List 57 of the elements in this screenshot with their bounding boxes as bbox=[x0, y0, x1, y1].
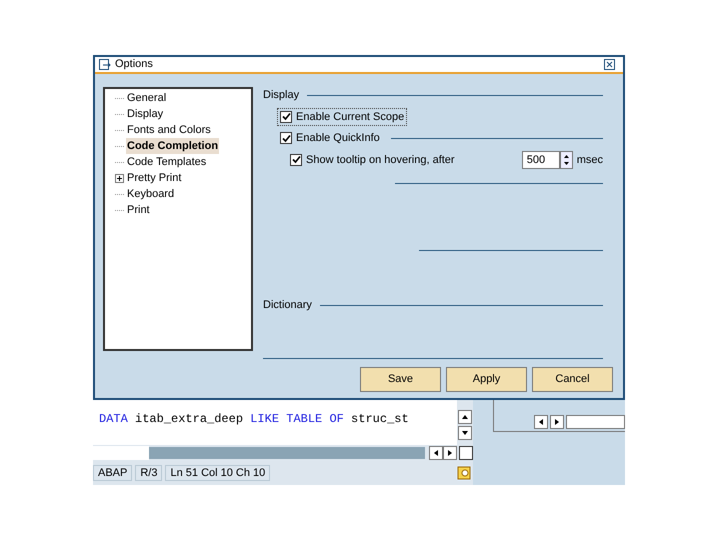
left-arrow-icon bbox=[433, 449, 439, 457]
size-grip bbox=[459, 446, 473, 460]
expand-icon[interactable] bbox=[115, 174, 124, 182]
tree-item[interactable]: Keyboard bbox=[126, 186, 176, 202]
vertical-scrollbar[interactable] bbox=[457, 400, 473, 445]
left-arrow-icon bbox=[538, 418, 544, 426]
scroll-up-button[interactable] bbox=[458, 410, 472, 424]
scrollbar-track[interactable] bbox=[566, 415, 625, 429]
status-field: ABAP bbox=[93, 465, 132, 481]
close-button[interactable] bbox=[604, 59, 615, 70]
group-title: Dictionary bbox=[263, 298, 312, 313]
scroll-left-button[interactable] bbox=[429, 446, 443, 460]
checkmark-icon bbox=[292, 155, 300, 164]
window-title: Options bbox=[115, 57, 154, 72]
tree-item[interactable]: Code Templates bbox=[126, 154, 208, 170]
unit-label: msec bbox=[576, 152, 603, 168]
scroll-left-button[interactable] bbox=[534, 415, 548, 429]
checkbox[interactable] bbox=[290, 154, 302, 166]
checkbox-row[interactable]: Enable Current Scope bbox=[277, 108, 408, 126]
spinner[interactable] bbox=[560, 150, 573, 169]
scroll-right-button[interactable] bbox=[550, 415, 564, 429]
down-arrow-icon bbox=[461, 430, 469, 436]
checkbox-label: Enable Current Scope bbox=[296, 110, 404, 124]
group-title: Display bbox=[263, 88, 300, 103]
checkbox-row[interactable]: Enable QuickInfo bbox=[277, 129, 383, 148]
checkmark-icon bbox=[282, 112, 290, 122]
status-field: Ln 51 Col 10 Ch 10 bbox=[165, 465, 270, 481]
tree-item[interactable]: Pretty Print bbox=[126, 170, 182, 186]
status-field: R/3 bbox=[135, 465, 162, 481]
checkmark-icon bbox=[282, 134, 290, 143]
checkbox-label: Show tooltip on hovering, after bbox=[306, 152, 455, 168]
number-field[interactable]: 500 bbox=[522, 150, 560, 169]
right-arrow-icon bbox=[554, 418, 560, 426]
dialog-button[interactable]: Cancel bbox=[532, 367, 613, 392]
scroll-down-button[interactable] bbox=[458, 426, 472, 440]
horizontal-scrollbar[interactable] bbox=[93, 445, 473, 461]
checkbox-label: Enable QuickInfo bbox=[296, 131, 380, 146]
code-keyword: DATA bbox=[99, 412, 128, 426]
tree-item[interactable]: Display bbox=[126, 106, 164, 122]
tree-item[interactable]: Code Completion bbox=[126, 138, 220, 154]
checkbox[interactable] bbox=[280, 110, 292, 123]
scrollbar-thumb[interactable] bbox=[149, 447, 425, 459]
right-arrow-icon bbox=[447, 449, 453, 457]
scroll-right-button[interactable] bbox=[443, 446, 457, 460]
tree-item[interactable]: Print bbox=[126, 202, 151, 218]
dialog-button[interactable]: Apply bbox=[446, 367, 527, 392]
checkbox-row[interactable]: Show tooltip on hovering, after bbox=[287, 150, 458, 169]
close-icon bbox=[606, 61, 613, 68]
code-text: struc_st bbox=[350, 412, 409, 426]
status-icon bbox=[457, 466, 471, 480]
dialog-button[interactable]: Save bbox=[360, 367, 441, 392]
checkbox[interactable] bbox=[280, 132, 292, 144]
tree-item[interactable]: Fonts and Colors bbox=[126, 122, 212, 138]
tree-item[interactable]: General bbox=[126, 90, 168, 106]
code-text: itab_extra_deep bbox=[134, 412, 244, 426]
up-arrow-icon bbox=[461, 414, 469, 420]
code-keyword: LIKE TABLE OF bbox=[250, 412, 344, 426]
